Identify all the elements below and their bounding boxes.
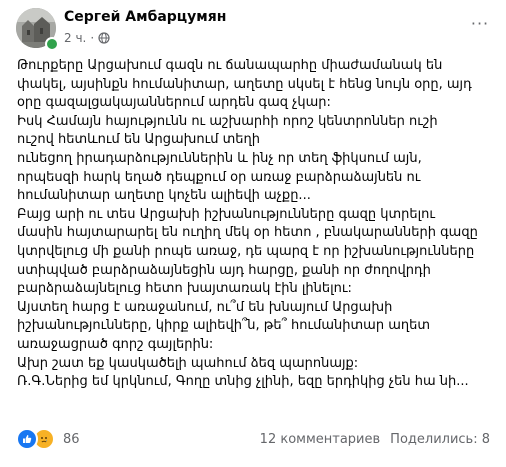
post-line: ունեցող իրադարձություններին և ինչ որ տեղ… (17, 150, 422, 166)
post-time[interactable]: 2 ч. (64, 31, 86, 45)
post-line: Բայց արի ու տես Արցախի իշխանությունները … (17, 206, 436, 222)
author-name[interactable]: Сергей Амбарцумян (64, 9, 226, 25)
post-meta: 2 ч. · (64, 31, 110, 45)
post-header: Сергей Амбарцумян 2 ч. · ··· (0, 0, 506, 52)
post-line: օրը գազալցակայաններում արդեն գազ չկար: (17, 95, 331, 111)
shares-count-link[interactable]: Поделились: 8 (390, 432, 490, 447)
post-line: փակել, այսինքն հումանիտար, աղետը սկսել է… (17, 76, 472, 92)
online-status-dot (45, 37, 59, 51)
post-line: Թուրքերը Արցախում գազն ու ճանապարհը միաժ… (17, 58, 443, 73)
post-line: հումանիտար աղետը կոչեն ալիեվի աչքը... (17, 188, 311, 204)
globe-icon (98, 32, 110, 44)
post-line: բարձրաձայնելուց հետո խայտառակ էին լինելո… (17, 281, 352, 297)
post-line: Ռ.Գ.Ներից եմ կրկնում, Գողը տնից չլինի, ե… (17, 374, 469, 390)
post-line: կտրվելուց մի քանի րոպե առաջ, դե պարզ է ո… (17, 243, 475, 259)
post-line: մասին հայտարարել են ուղիղ մեկ օր հետո , … (17, 225, 478, 241)
meta-separator: · (90, 31, 95, 45)
reaction-count: 86 (63, 431, 80, 447)
reactions-summary[interactable]: 86 (16, 428, 80, 450)
more-options-button[interactable]: ··· (468, 13, 492, 33)
post-footer: 86 12 комментариев Поделились: 8 (16, 428, 490, 450)
post-line: առաջացրած գորշ գայլերին: (17, 336, 214, 352)
post-line: իշխանությունները, կիրք ալիեվի՞ն, թե՞ հու… (17, 318, 431, 334)
post-line: ստիպված բարձրաձայնեցին այդ հարցը, քանի ո… (17, 262, 431, 278)
facebook-post: Сергей Амбарцумян 2 ч. · ··· Թուրքերը Ար… (0, 0, 506, 467)
post-line: Իսկ Համայն հայությունն ու աշխարհի որոշ կ… (17, 113, 438, 129)
post-line: Այստեղ հարց է առաջանում, ու՞մ են խնայում… (17, 299, 393, 315)
like-icon (16, 428, 38, 450)
post-body: Թուրքերը Արցախում գազն ու ճանապարհը միաժ… (17, 57, 495, 392)
post-line: Ախր շատ եք կասկածելի պահում ձեզ պարոնայք… (17, 355, 359, 371)
post-line: ուշով հետևում են Արցախում տեղի (17, 132, 261, 148)
post-line: որպեսզի հարկ եղած դեպքում օր առաջ բարձրա… (17, 169, 421, 185)
comments-count-link[interactable]: 12 комментариев (260, 432, 381, 447)
